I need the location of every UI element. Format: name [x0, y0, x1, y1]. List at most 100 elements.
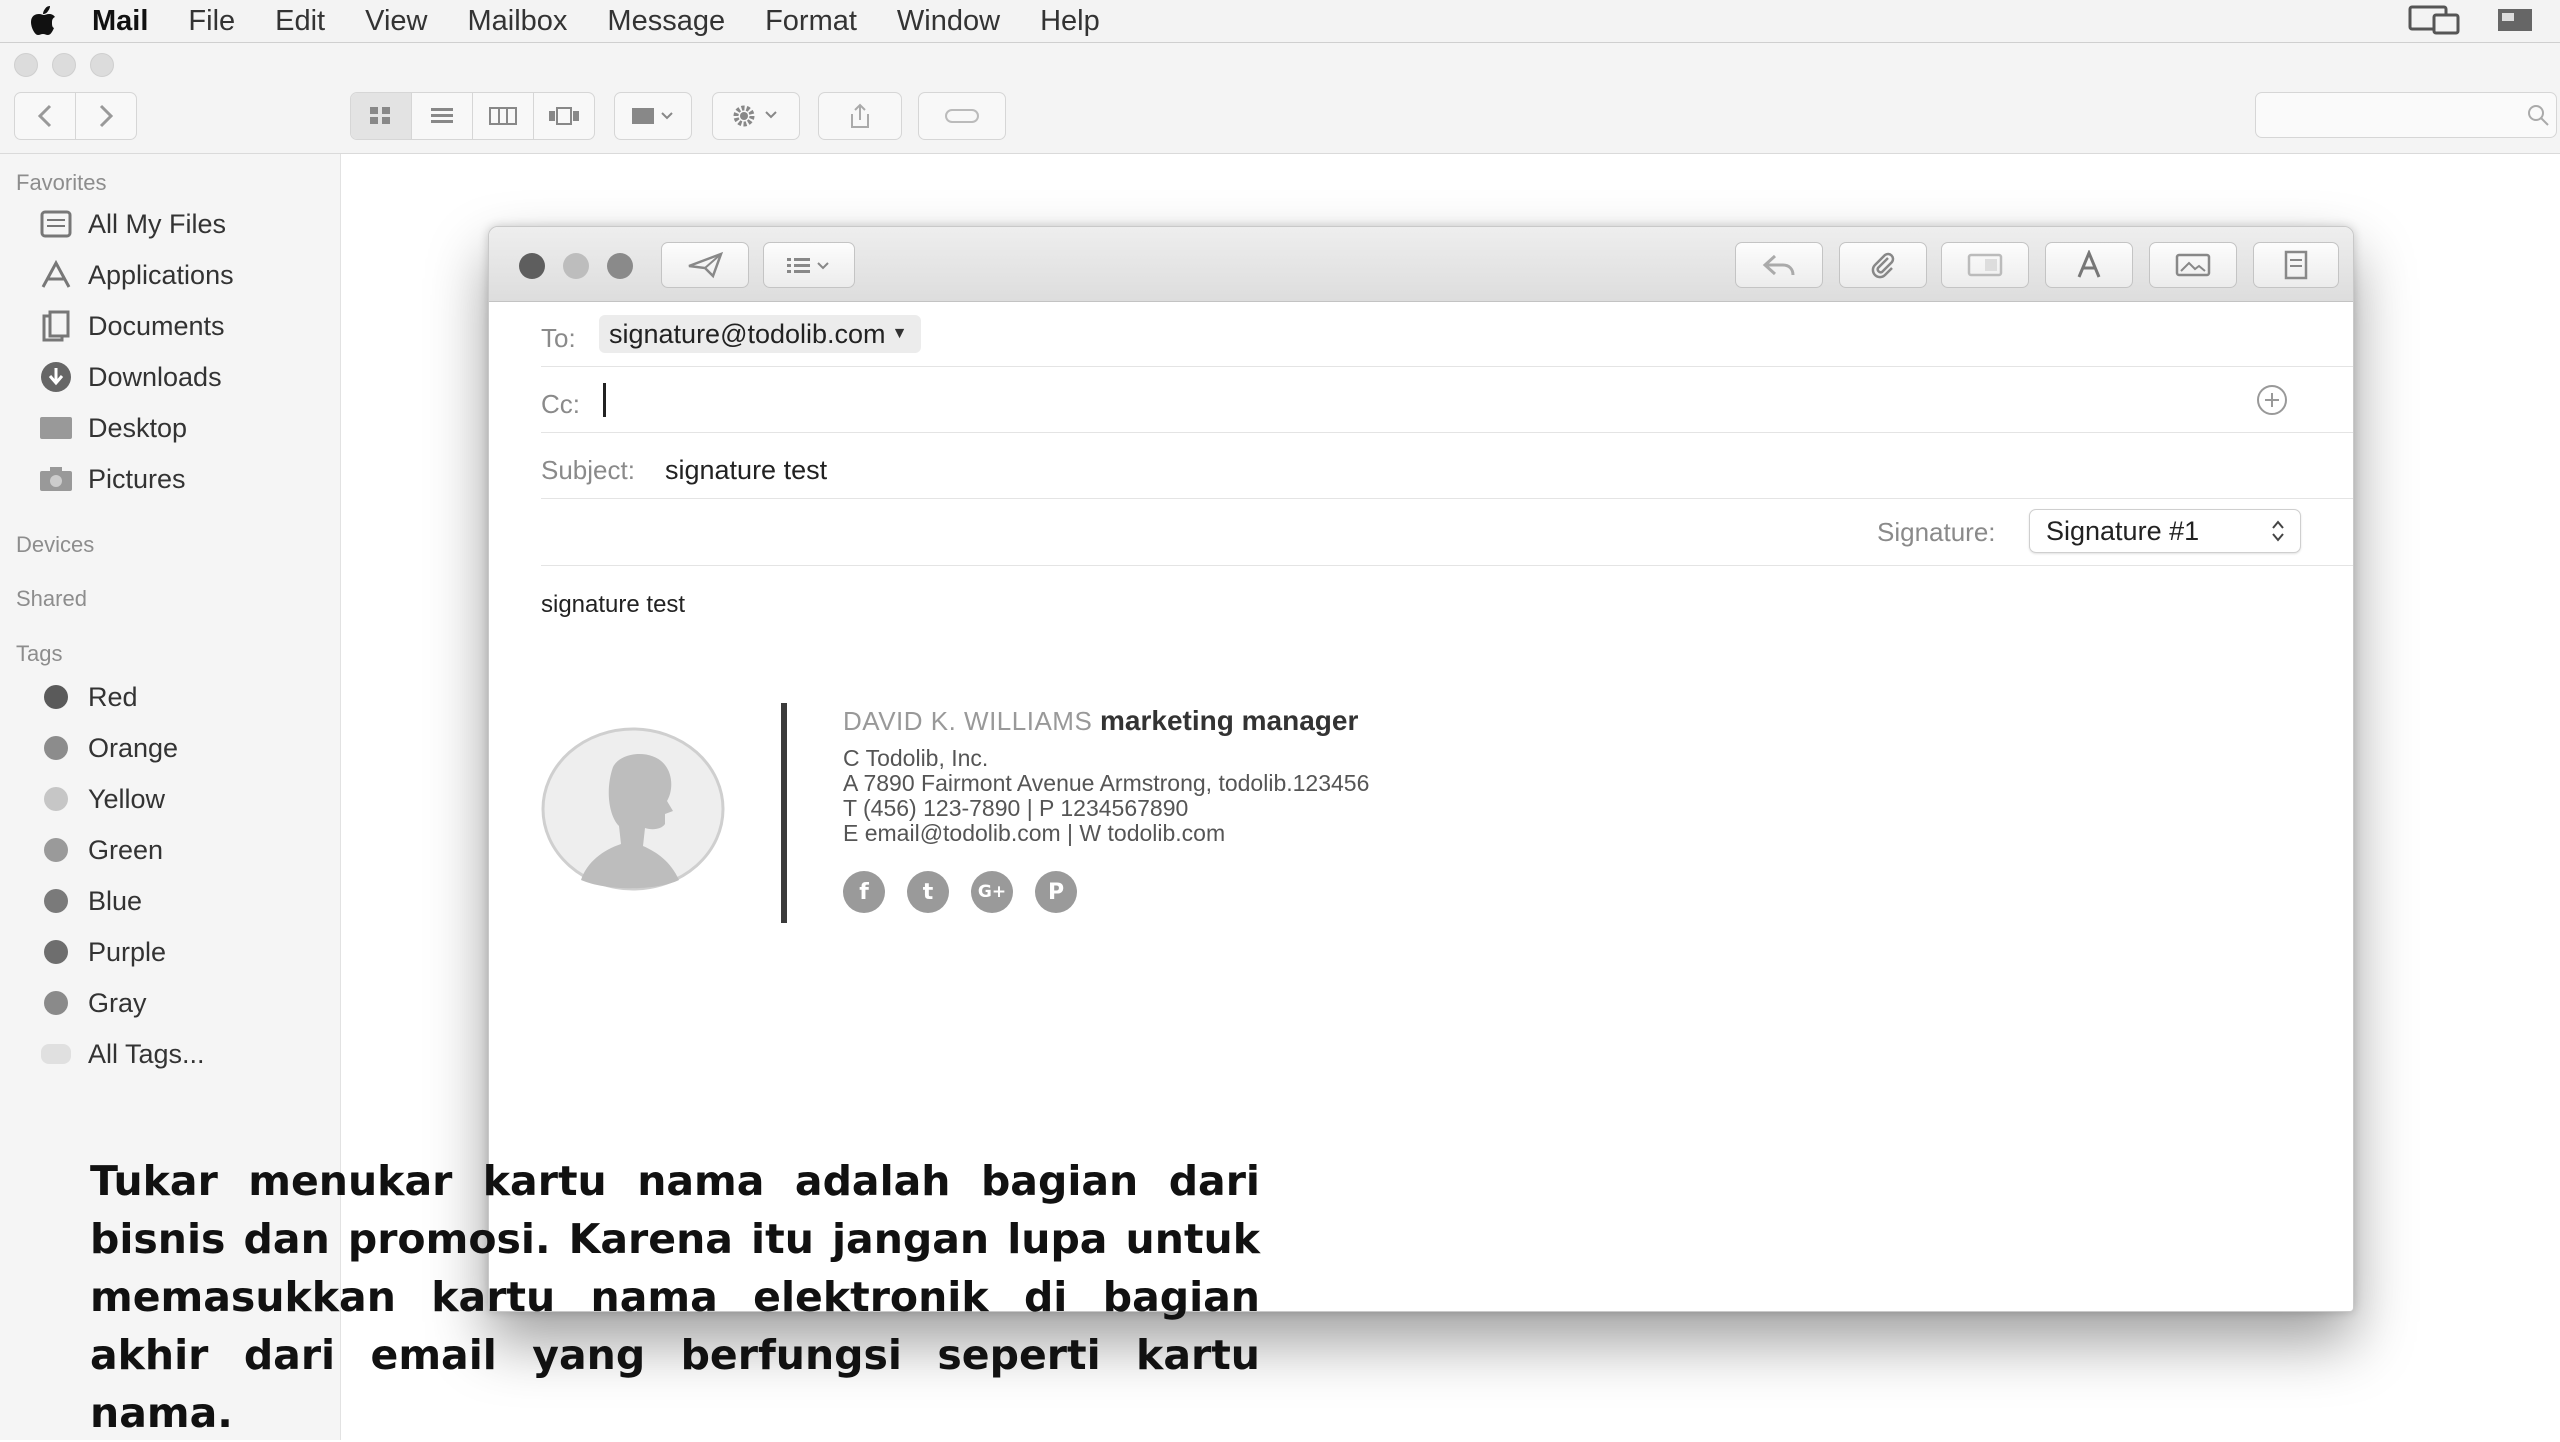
- send-button[interactable]: [661, 242, 749, 288]
- compose-window: To: signature@todolib.com ▼ Cc: Subject:…: [488, 226, 2354, 1312]
- photo-browser-button[interactable]: [2149, 242, 2237, 288]
- menu-view[interactable]: View: [365, 5, 427, 38]
- sidebar-item-label: All My Files: [88, 208, 227, 239]
- to-recipient-address: signature@todolib.com: [609, 318, 886, 349]
- facebook-icon[interactable]: f: [843, 871, 885, 913]
- sidebar-item-label: Purple: [88, 936, 167, 967]
- sidebar-item-label: Red: [88, 681, 138, 712]
- back-button[interactable]: [15, 93, 76, 139]
- menu-format[interactable]: Format: [765, 5, 857, 38]
- input-source-icon[interactable]: [2496, 3, 2534, 37]
- text-caret: [603, 383, 606, 417]
- signature-address: A 7890 Fairmont Avenue Armstrong, todoli…: [843, 770, 1370, 796]
- header-fields-button[interactable]: [763, 242, 855, 288]
- reply-button[interactable]: [1735, 242, 1823, 288]
- column-view-button[interactable]: [473, 93, 534, 139]
- share-button[interactable]: [818, 92, 902, 140]
- sidebar-item-applications[interactable]: Applications: [36, 253, 234, 297]
- add-contact-plus-icon[interactable]: [2255, 383, 2289, 417]
- edit-tags-button[interactable]: [918, 92, 1006, 140]
- share-icon: [851, 103, 869, 128]
- signature-name-line: DAVID K. WILLIAMS marketing manager: [843, 705, 1358, 737]
- gear-icon: [733, 105, 777, 127]
- forward-button[interactable]: [76, 93, 136, 139]
- sidebar-tag-purple[interactable]: Purple: [36, 930, 166, 974]
- google-plus-icon[interactable]: G+: [971, 871, 1013, 913]
- sidebar-tag-blue[interactable]: Blue: [36, 879, 142, 923]
- sidebar-item-label: Applications: [88, 259, 234, 290]
- sidebar-tag-gray[interactable]: Gray: [36, 981, 147, 1025]
- reply-arrow-icon: [1762, 254, 1795, 276]
- to-recipient-token[interactable]: signature@todolib.com ▼: [599, 315, 922, 353]
- message-body-text[interactable]: signature test: [541, 591, 685, 619]
- sidebar-item-all-my-files[interactable]: All My Files: [36, 202, 226, 246]
- finder-zoom-button[interactable]: [90, 53, 114, 77]
- cc-row[interactable]: Cc:: [541, 367, 2353, 433]
- all-tags-icon: [41, 1044, 71, 1064]
- sidebar-item-desktop[interactable]: Desktop: [36, 406, 187, 450]
- sidebar-header-devices: Devices: [16, 532, 95, 557]
- sidebar-item-documents[interactable]: Documents: [36, 304, 225, 348]
- tag-orange-dot-icon: [44, 736, 68, 760]
- pinterest-icon[interactable]: P: [1035, 871, 1077, 913]
- arrange-button[interactable]: [614, 92, 692, 140]
- list-view-button[interactable]: [412, 93, 473, 139]
- list-chevron-icon: [787, 258, 829, 273]
- menu-mailbox[interactable]: Mailbox: [467, 5, 567, 38]
- airplay-icon[interactable]: [2406, 3, 2462, 37]
- stationery-button[interactable]: [2253, 242, 2339, 288]
- sidebar-tag-green[interactable]: Green: [36, 828, 163, 872]
- finder-close-button[interactable]: [14, 53, 38, 77]
- columns-icon: [489, 107, 517, 125]
- compose-zoom-button[interactable]: [607, 253, 633, 279]
- subject-field[interactable]: signature test: [665, 455, 827, 486]
- tag-yellow-dot-icon: [44, 787, 68, 811]
- compose-close-button[interactable]: [519, 253, 545, 279]
- caption-text: Tukar menukar kartu nama adalah bagian d…: [90, 1157, 1260, 1437]
- menu-window[interactable]: Window: [897, 5, 1000, 38]
- menu-edit[interactable]: Edit: [275, 5, 325, 38]
- sidebar-item-label: Green: [88, 834, 164, 865]
- sidebar-tag-orange[interactable]: Orange: [36, 726, 178, 770]
- sidebar-item-label: Blue: [88, 885, 143, 916]
- avatar-silhouette-icon: [541, 727, 725, 891]
- documents-icon: [36, 306, 76, 346]
- sidebar-header-shared: Shared: [16, 586, 87, 611]
- signature-email-web: E email@todolib.com | W todolib.com: [843, 820, 1226, 846]
- sidebar-item-downloads[interactable]: Downloads: [36, 355, 222, 399]
- menu-message[interactable]: Message: [607, 5, 725, 38]
- menu-help[interactable]: Help: [1040, 5, 1100, 38]
- photo-browser-alt-button[interactable]: [1941, 242, 2029, 288]
- finder-minimize-button[interactable]: [52, 53, 76, 77]
- sidebar-header-tags: Tags: [16, 641, 63, 666]
- icon-grid-icon: [370, 107, 390, 124]
- chevron-down-icon[interactable]: ▼: [892, 325, 908, 343]
- finder-search-field[interactable]: [2255, 92, 2557, 138]
- menu-app-mail[interactable]: Mail: [92, 5, 148, 38]
- send-paper-plane-icon: [688, 251, 724, 279]
- sidebar-item-pictures[interactable]: Pictures: [36, 457, 186, 501]
- tag-red-dot-icon: [44, 685, 68, 709]
- pictures-icon: [36, 459, 76, 499]
- signature-select[interactable]: Signature #1: [2029, 509, 2301, 553]
- icon-view-button[interactable]: [351, 93, 412, 139]
- applications-icon: [36, 255, 76, 295]
- apple-icon[interactable]: [28, 4, 58, 38]
- coverflow-view-button[interactable]: [534, 93, 594, 139]
- attach-button[interactable]: [1839, 242, 1927, 288]
- twitter-icon[interactable]: t: [907, 871, 949, 913]
- paperclip-icon: [1871, 252, 1895, 279]
- format-fonts-button[interactable]: [2045, 242, 2133, 288]
- menu-file[interactable]: File: [188, 5, 235, 38]
- sidebar-tag-red[interactable]: Red: [36, 675, 138, 719]
- action-button[interactable]: [712, 92, 800, 140]
- sidebar-tag-yellow[interactable]: Yellow: [36, 777, 165, 821]
- sidebar-item-label: Downloads: [88, 361, 222, 392]
- sidebar-item-label: All Tags...: [88, 1038, 205, 1069]
- finder-window-controls: [14, 53, 114, 77]
- arrange-grid-icon: [632, 108, 673, 124]
- sidebar-all-tags[interactable]: All Tags...: [36, 1032, 205, 1076]
- tag-blue-dot-icon: [44, 889, 68, 913]
- all-files-icon: [36, 204, 76, 244]
- compose-minimize-button[interactable]: [563, 253, 589, 279]
